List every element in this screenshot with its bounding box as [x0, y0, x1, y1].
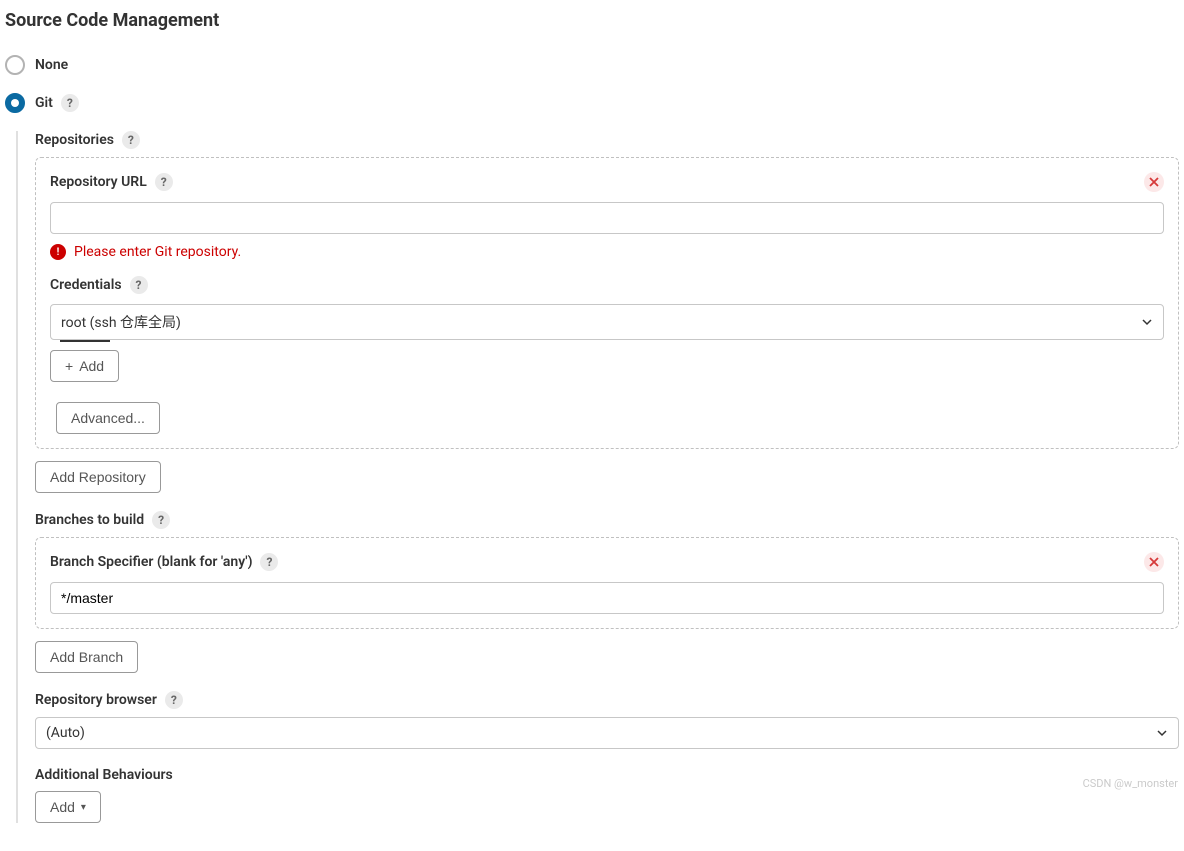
- branch-block: Branch Specifier (blank for 'any') ?: [35, 537, 1179, 629]
- add-repository-label: Add Repository: [50, 469, 146, 485]
- radio-none-circle[interactable]: [5, 55, 25, 75]
- credentials-select[interactable]: root (ssh 仓库全局): [50, 304, 1164, 340]
- help-icon-repo-browser[interactable]: ?: [165, 691, 183, 709]
- caret-down-icon: ▾: [81, 802, 86, 813]
- add-mark: [60, 340, 110, 344]
- repo-url-input[interactable]: [50, 202, 1164, 234]
- help-icon-branch-specifier[interactable]: ?: [260, 553, 278, 571]
- repo-browser-value: (Auto): [46, 725, 85, 741]
- help-icon-credentials[interactable]: ?: [130, 276, 148, 294]
- help-icon-branches[interactable]: ?: [152, 511, 170, 529]
- repositories-label: Repositories: [35, 132, 114, 148]
- credentials-label: Credentials: [50, 277, 122, 293]
- radio-git-label: Git: [35, 95, 53, 111]
- watermark: CSDN @w_monster: [1083, 777, 1178, 790]
- advanced-button[interactable]: Advanced...: [56, 402, 160, 434]
- close-icon: [1149, 557, 1159, 567]
- radio-none-label: None: [35, 57, 68, 73]
- repo-browser-label: Repository browser: [35, 692, 157, 708]
- add-behaviour-label: Add: [50, 799, 75, 815]
- close-icon: [1149, 177, 1159, 187]
- branches-label: Branches to build: [35, 512, 144, 528]
- add-branch-button[interactable]: Add Branch: [35, 641, 138, 673]
- add-repository-button[interactable]: Add Repository: [35, 461, 161, 493]
- add-credentials-button[interactable]: + Add: [50, 350, 119, 382]
- add-branch-label: Add Branch: [50, 649, 123, 665]
- remove-branch-button[interactable]: [1144, 552, 1164, 572]
- radio-git-circle[interactable]: [5, 93, 25, 113]
- radio-option-git[interactable]: Git ?: [5, 93, 1179, 113]
- branch-specifier-input[interactable]: [50, 582, 1164, 614]
- repo-browser-select[interactable]: (Auto): [35, 717, 1179, 749]
- credentials-value: root (ssh 仓库全局): [61, 312, 181, 332]
- additional-label: Additional Behaviours: [35, 767, 173, 783]
- branch-specifier-label: Branch Specifier (blank for 'any'): [50, 554, 252, 570]
- repo-url-error-text: Please enter Git repository.: [74, 244, 241, 260]
- help-icon-git[interactable]: ?: [61, 94, 79, 112]
- plus-icon: +: [65, 359, 73, 373]
- chevron-down-icon: [1156, 727, 1168, 739]
- radio-option-none[interactable]: None: [5, 55, 1179, 75]
- add-credentials-label: Add: [79, 358, 104, 374]
- chevron-down-icon: [1141, 316, 1153, 328]
- help-icon-repo-url[interactable]: ?: [155, 173, 173, 191]
- repo-url-error: ! Please enter Git repository.: [50, 244, 1164, 260]
- advanced-label: Advanced...: [71, 410, 145, 426]
- repo-url-label: Repository URL: [50, 174, 147, 190]
- help-icon-repositories[interactable]: ?: [122, 131, 140, 149]
- error-icon: !: [50, 244, 66, 260]
- remove-repo-button[interactable]: [1144, 172, 1164, 192]
- repository-block: Repository URL ? ! Please enter Git repo…: [35, 157, 1179, 449]
- section-title: Source Code Management: [5, 10, 1179, 31]
